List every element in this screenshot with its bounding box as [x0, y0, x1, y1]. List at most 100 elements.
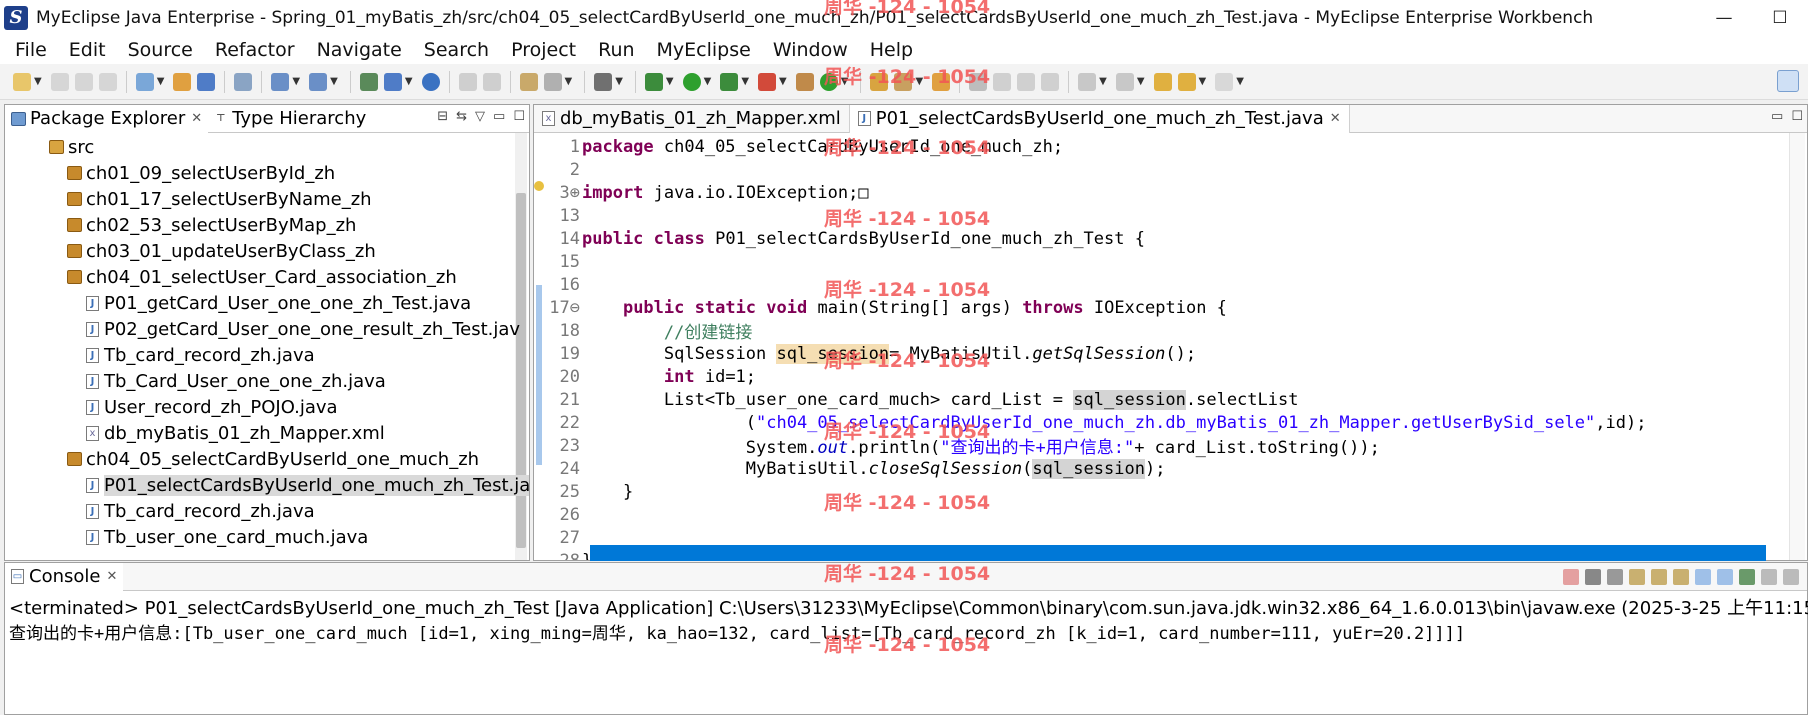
- back-history-icon[interactable]: [458, 72, 477, 91]
- tab-test-java[interactable]: J P01_selectCardsByUserId_one_much_zh_Te…: [849, 104, 1350, 133]
- paragraph-icon[interactable]: [1041, 72, 1060, 91]
- annotation-icon[interactable]: [969, 72, 988, 91]
- minimize-button[interactable]: —: [1696, 0, 1752, 35]
- scroll-lock-icon[interactable]: [1651, 569, 1667, 585]
- menu-file[interactable]: File: [4, 39, 58, 61]
- tree-item[interactable]: ch04_01_selectUser_Card_association_zh: [67, 264, 457, 290]
- maximize-view-icon[interactable]: [1783, 569, 1799, 585]
- tree-item[interactable]: J Tb_user_one_card_much.java: [86, 524, 368, 550]
- code-line[interactable]: 2: [534, 158, 1734, 181]
- terminate-icon[interactable]: [1563, 569, 1579, 585]
- tree-item[interactable]: J P01_selectCardsByUserId_one_much_zh_Tes…: [86, 472, 529, 498]
- perspective-icon[interactable]: [1753, 73, 1771, 91]
- code-line[interactable]: 14 public class P01_selectCardsByUserId_o…: [534, 227, 1734, 250]
- hierarchy-icon[interactable]: [359, 72, 378, 91]
- chevron-down-icon[interactable]: ▼: [779, 76, 787, 87]
- save-icon[interactable]: [50, 72, 69, 91]
- open-console-icon[interactable]: [1739, 569, 1755, 585]
- code-line[interactable]: 25 }: [534, 480, 1734, 503]
- code-line[interactable]: 15: [534, 250, 1734, 273]
- tree-item[interactable]: ch03_01_updateUserByClass_zh: [67, 238, 376, 264]
- menu-refactor[interactable]: Refactor: [204, 39, 306, 61]
- tree-item[interactable]: J Tb_card_record_zh.java: [86, 498, 315, 524]
- warning-icon[interactable]: [534, 181, 544, 191]
- tree-item[interactable]: ch01_17_selectUserByName_zh: [67, 186, 372, 212]
- tab-package-explorer[interactable]: Package Explorer ✕: [5, 104, 209, 133]
- last-edit-icon[interactable]: [1153, 72, 1172, 91]
- maximize-button[interactable]: ☐: [1752, 0, 1808, 35]
- console-output[interactable]: 查询出的卡+用户信息:[Tb_user_one_card_much [id=1,…: [9, 619, 1465, 644]
- chevron-down-icon[interactable]: ▼: [615, 76, 623, 87]
- menu-project[interactable]: Project: [500, 39, 587, 61]
- menu-window[interactable]: Window: [762, 39, 859, 61]
- debug-icon[interactable]: [644, 72, 663, 91]
- minimize-view-icon[interactable]: ▭: [1771, 109, 1783, 124]
- globe-icon[interactable]: [421, 72, 440, 91]
- code-line[interactable]: 26: [534, 503, 1734, 526]
- deploy-project-icon[interactable]: [383, 72, 402, 91]
- next-annotation-icon[interactable]: [1078, 72, 1097, 91]
- tree-item[interactable]: ch02_53_selectUserByMap_zh: [67, 212, 356, 238]
- screen-icon[interactable]: [594, 72, 613, 91]
- new-wizard-icon[interactable]: [135, 72, 154, 91]
- new-class-icon[interactable]: [519, 72, 538, 91]
- tree-item[interactable]: src: [49, 134, 94, 160]
- menu-run[interactable]: Run: [587, 39, 645, 61]
- close-icon[interactable]: ✕: [106, 569, 117, 584]
- chevron-down-icon[interactable]: ▼: [565, 76, 573, 87]
- chevron-down-icon[interactable]: ▼: [841, 76, 849, 87]
- code-line[interactable]: 19 SqlSession sql_session= MyBatisUtil.g…: [534, 342, 1734, 365]
- code-line[interactable]: 17⊖ public static void main(String[] arg…: [534, 296, 1734, 319]
- menu-myeclipse[interactable]: MyEclipse: [646, 39, 762, 61]
- code-line[interactable]: 24 MyBatisUtil.closeSqlSession(sql_sessi…: [534, 457, 1734, 480]
- forward-icon[interactable]: [1215, 72, 1234, 91]
- browser-icon[interactable]: [309, 72, 328, 91]
- code-line[interactable]: 18 //创建链接: [534, 319, 1734, 344]
- tab-mapper-xml[interactable]: x db_myBatis_01_zh_Mapper.xml: [534, 104, 850, 133]
- settings-icon[interactable]: [543, 72, 562, 91]
- pen-icon[interactable]: [993, 72, 1012, 91]
- chevron-down-icon[interactable]: ▼: [34, 76, 42, 87]
- back-icon[interactable]: [1177, 72, 1196, 91]
- profile-icon[interactable]: [758, 72, 777, 91]
- chevron-down-icon[interactable]: ▼: [1236, 76, 1244, 87]
- tree-item[interactable]: J Tb_Card_User_one_one_zh.java: [86, 368, 386, 394]
- chevron-down-icon[interactable]: ▼: [292, 76, 300, 87]
- external-tools-icon[interactable]: [795, 72, 814, 91]
- block-icon[interactable]: [1017, 72, 1036, 91]
- tree-item[interactable]: J P02_getCard_User_one_one_result_zh_Test…: [86, 316, 520, 342]
- run-icon[interactable]: [682, 72, 701, 91]
- deploy-icon[interactable]: [271, 72, 290, 91]
- minimize-view-icon[interactable]: [1761, 569, 1777, 585]
- tree-item[interactable]: ch04_05_selectCardByUserId_one_much_zh: [67, 446, 479, 472]
- close-icon[interactable]: ✕: [1330, 111, 1341, 126]
- print-icon[interactable]: [98, 72, 117, 91]
- display-console-icon[interactable]: [1717, 569, 1733, 585]
- chevron-down-icon[interactable]: ▼: [405, 76, 413, 87]
- code-line[interactable]: 16: [534, 273, 1734, 296]
- menu-source[interactable]: Source: [117, 39, 204, 61]
- view-menu-icon[interactable]: ▽: [475, 109, 485, 124]
- collapse-all-icon[interactable]: ⊟: [437, 109, 448, 124]
- run-external-icon[interactable]: [819, 72, 838, 91]
- chevron-down-icon[interactable]: ▼: [330, 76, 338, 87]
- save-all-icon[interactable]: [74, 72, 93, 91]
- chevron-down-icon[interactable]: ▼: [704, 76, 712, 87]
- code-editor[interactable]: 1 package ch04_05_selectCardByUserId_one_…: [534, 133, 1807, 560]
- chevron-down-icon[interactable]: ▼: [666, 76, 674, 87]
- maximize-view-icon[interactable]: ☐: [513, 109, 525, 124]
- forward-history-icon[interactable]: [482, 72, 501, 91]
- new-icon[interactable]: [13, 72, 31, 91]
- link-editor-icon[interactable]: ⇆: [456, 109, 467, 124]
- menu-navigate[interactable]: Navigate: [306, 39, 413, 61]
- tools-icon[interactable]: [894, 72, 913, 91]
- chevron-down-icon[interactable]: ▼: [915, 76, 923, 87]
- chevron-down-icon[interactable]: ▼: [1199, 76, 1207, 87]
- chevron-down-icon[interactable]: ▼: [1099, 76, 1107, 87]
- myeclipse-perspective-icon[interactable]: [1777, 70, 1799, 92]
- show-output-icon[interactable]: [1673, 569, 1689, 585]
- code-line[interactable]: 23 System.out.println("查询出的卡+用户信息:"+ car…: [534, 434, 1734, 459]
- server-icon[interactable]: [234, 72, 253, 91]
- clear-console-icon[interactable]: [1629, 569, 1645, 585]
- tab-console[interactable]: ▭ Console ✕: [5, 562, 124, 591]
